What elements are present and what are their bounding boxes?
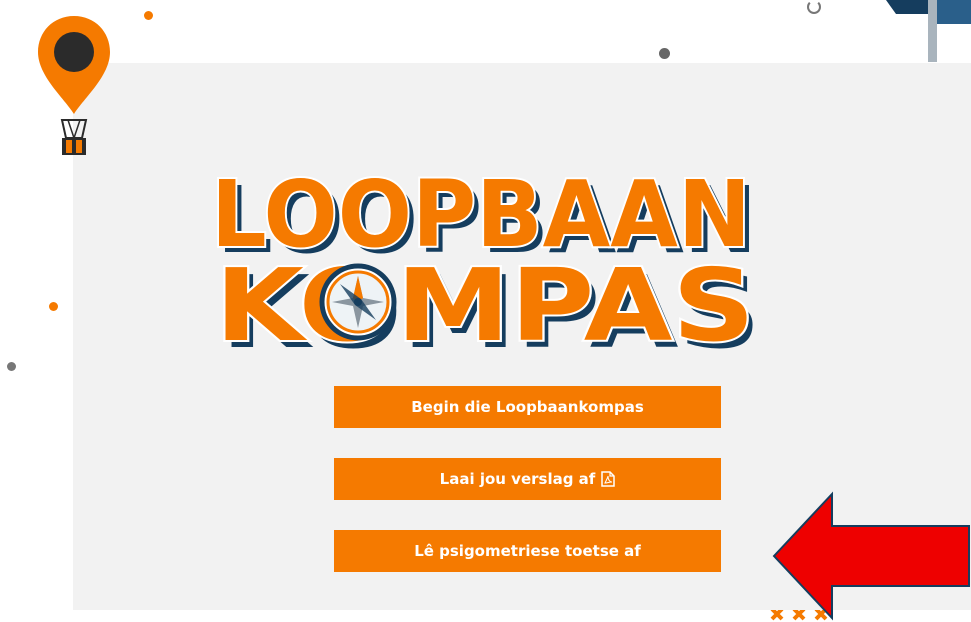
grey-dot-decoration <box>659 48 670 59</box>
begin-button-label: Begin die Loopbaankompas <box>411 398 644 416</box>
orange-dot-decoration <box>49 302 58 311</box>
upload-psychometric-tests-button[interactable]: Lê psigometriese toetse af <box>334 530 721 572</box>
logo-line2: KOMPAS <box>215 247 755 364</box>
download-report-button[interactable]: Laai jou verslag af <box>334 458 721 500</box>
pdf-file-icon <box>601 471 616 487</box>
upload-tests-label: Lê psigometriese toetse af <box>414 542 641 560</box>
compass-icon <box>322 266 394 338</box>
signpost-icon <box>886 0 971 62</box>
orange-dot-decoration <box>144 11 153 20</box>
begin-loopbaankompas-button[interactable]: Begin die Loopbaankompas <box>334 386 721 428</box>
red-left-arrow-icon <box>772 491 970 621</box>
grey-ring-decoration <box>807 0 821 14</box>
map-pin-balloon-icon <box>38 16 110 155</box>
grey-dot-decoration <box>7 362 16 371</box>
loopbaan-kompas-logo: LOOPBAAN LOOPBAAN KOMPAS KOMPAS <box>209 159 761 371</box>
download-report-label: Laai jou verslag af <box>439 470 596 488</box>
